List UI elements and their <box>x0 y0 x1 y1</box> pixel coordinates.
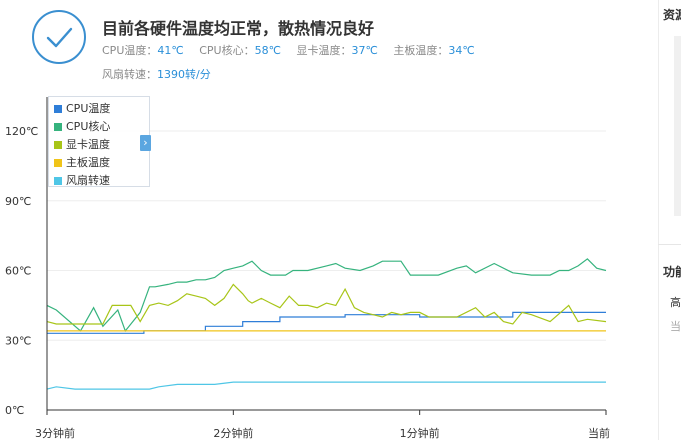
legend-label: CPU温度 <box>66 102 111 115</box>
legend-label: CPU核心 <box>66 120 111 133</box>
legend-swatch <box>54 105 62 113</box>
legend-label: 主板温度 <box>66 156 110 169</box>
chart-series <box>46 258 607 390</box>
resource-section-title: 资源 <box>663 8 681 22</box>
y-tick-label: 120℃ <box>5 125 38 138</box>
x-tick-label: 当前 <box>588 426 610 440</box>
series-line-CPU温度 <box>47 311 606 334</box>
legend-swatch <box>54 141 62 149</box>
series-line-风扇转速 <box>46 381 606 390</box>
legend-label: 风扇转速 <box>66 174 110 187</box>
legend-item-fan-speed[interactable]: 风扇转速 <box>54 172 110 188</box>
series-line-CPU核心 <box>46 258 607 333</box>
legend-item-gpu-temp[interactable]: 显卡温度 <box>54 136 110 152</box>
x-tick-label: 2分钟前 <box>213 426 253 440</box>
chevron-right-icon[interactable]: › <box>140 135 151 151</box>
legend-swatch <box>54 177 62 185</box>
panel-item-current[interactable]: 当 <box>670 318 681 334</box>
function-section-title: 功能 <box>663 265 681 279</box>
legend-swatch <box>54 123 62 131</box>
legend-item-cpu-temp[interactable]: CPU温度 <box>54 100 110 116</box>
series-line-显卡温度 <box>46 283 607 325</box>
y-tick-label: 60℃ <box>5 265 31 278</box>
y-tick-label: 0℃ <box>5 404 24 417</box>
right-side-panel: 资源 功能 高 当 <box>652 0 681 440</box>
legend-item-cpu-core[interactable]: CPU核心 <box>54 118 110 134</box>
legend-label: 显卡温度 <box>66 138 110 151</box>
legend-item-board-temp[interactable]: 主板温度 <box>54 154 110 170</box>
y-tick-label: 90℃ <box>5 195 31 208</box>
panel-item-high[interactable]: 高 <box>670 294 681 310</box>
x-tick-label: 1分钟前 <box>400 426 440 440</box>
panel-scrollbar[interactable] <box>674 36 681 216</box>
y-tick-label: 30℃ <box>5 334 31 347</box>
legend-swatch <box>54 159 62 167</box>
panel-divider <box>658 244 681 245</box>
x-tick-label: 3分钟前 <box>35 426 75 440</box>
temperature-chart: 0℃ 30℃ 60℃ 90℃ 120℃ 3分钟前 2分钟前 1分钟前 当前 <box>5 97 610 440</box>
chart-legend: CPU温度 CPU核心 显卡温度 主板温度 风扇转速 <box>48 96 150 187</box>
